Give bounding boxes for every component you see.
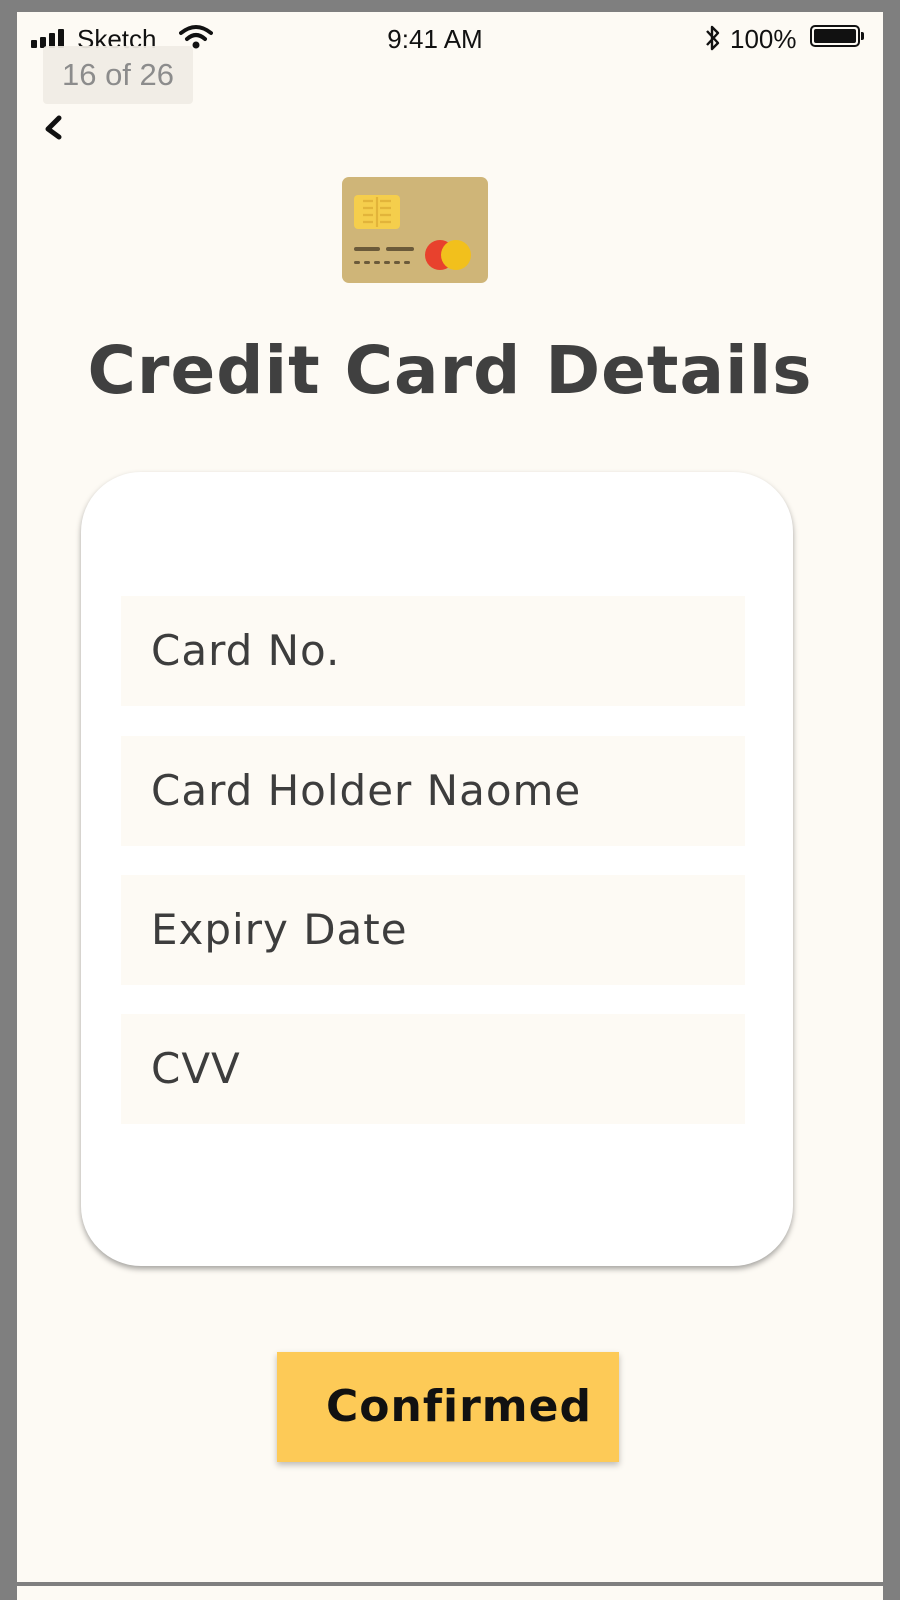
card-number-field[interactable]: Card No. [121,596,745,706]
page-counter-badge: 16 of 26 [43,46,193,104]
device-frame: Sketch 9:41 AM 100% 16 of 26 Credit Card… [0,0,900,1600]
app-screen: Sketch 9:41 AM 100% 16 of 26 Credit Card… [17,12,883,1582]
expiry-date-field[interactable]: Expiry Date [121,875,745,985]
screen-bottom-edge [17,1586,883,1600]
card-holder-name-field[interactable]: Card Holder Naome [121,736,745,846]
battery-icon [810,25,864,47]
confirm-button[interactable]: Confirmed [277,1352,619,1462]
cvv-field[interactable]: CVV [121,1014,745,1124]
back-chevron-icon [45,115,62,140]
back-button[interactable] [39,104,79,148]
card-details-form: Card No. Card Holder Naome Expiry Date C… [81,472,793,1266]
credit-card-icon [342,177,488,283]
bluetooth-icon [706,25,720,51]
page-title: Credit Card Details [87,332,813,409]
battery-percentage: 100% [730,24,797,54]
